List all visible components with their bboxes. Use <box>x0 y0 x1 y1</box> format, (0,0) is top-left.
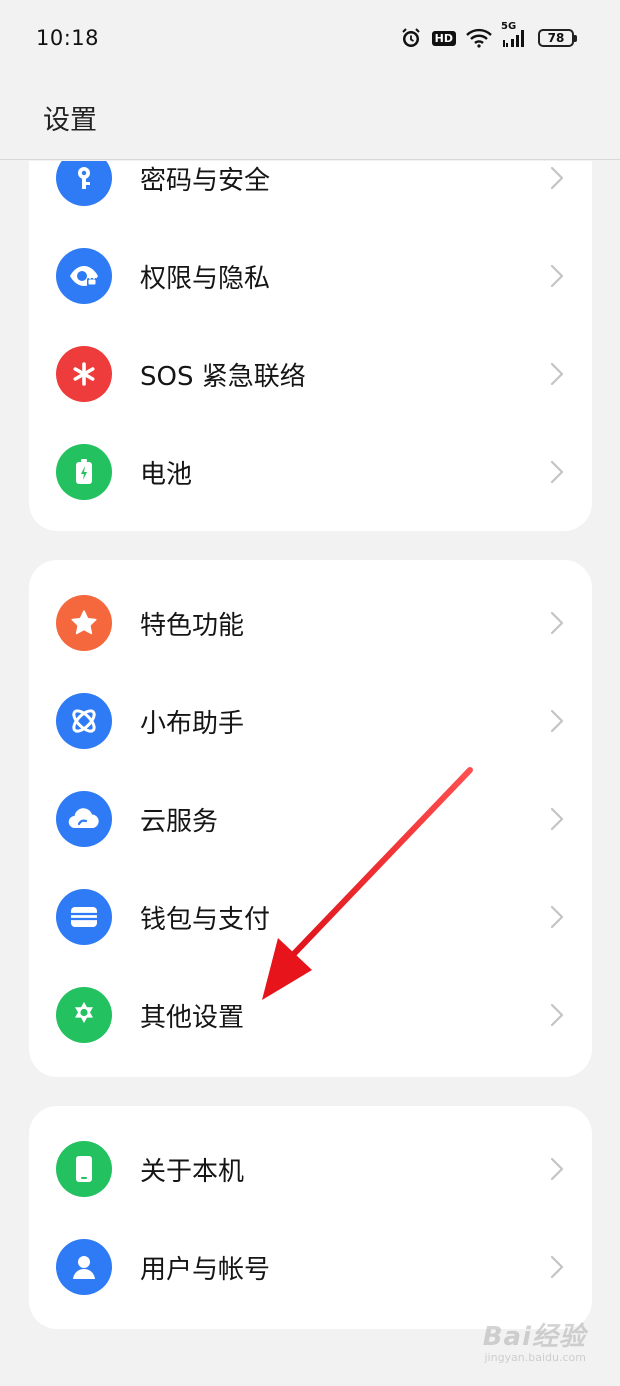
baidu-jingyan-watermark: Bai经验 jingyan.baidu.com <box>483 1316 586 1364</box>
settings-item-label: 其他设置 <box>140 1002 245 1033</box>
hd-badge: HD <box>431 30 456 46</box>
user-icon <box>56 1239 112 1295</box>
privacy-eye-icon <box>56 248 112 304</box>
settings-item-label: 权限与隐私 <box>140 263 271 294</box>
status-time: 10:18 <box>36 26 100 50</box>
settings-item-sos-emergency[interactable]: SOS 紧急联络 <box>29 325 592 423</box>
settings-item-label: 关于本机 <box>140 1156 245 1187</box>
settings-list[interactable]: 密码与安全 权限与隐私 SOS 紧急联络 电池 特色功能 小布助手 云服务 钱包… <box>0 161 620 1386</box>
chevron-right-icon <box>550 362 564 386</box>
settings-item-about-phone[interactable]: 关于本机 <box>29 1120 592 1218</box>
watermark-url: jingyan.baidu.com <box>484 1351 586 1364</box>
settings-group-security: 密码与安全 权限与隐私 SOS 紧急联络 电池 <box>29 161 592 531</box>
chevron-right-icon <box>550 1255 564 1279</box>
settings-item-password-security[interactable]: 密码与安全 <box>29 161 592 227</box>
network-type: 5G <box>501 21 517 32</box>
cloud-icon <box>56 791 112 847</box>
watermark-logo: Bai经验 <box>482 1322 586 1352</box>
settings-item-label: 小布助手 <box>140 708 245 739</box>
settings-item-label: 特色功能 <box>140 610 245 641</box>
chevron-right-icon <box>550 1003 564 1027</box>
settings-item-cloud-service[interactable]: 云服务 <box>29 770 592 868</box>
chevron-right-icon <box>550 807 564 831</box>
settings-item-special-features[interactable]: 特色功能 <box>29 574 592 672</box>
wifi-icon <box>466 28 492 48</box>
assistant-icon <box>56 693 112 749</box>
settings-group-features: 特色功能 小布助手 云服务 钱包与支付 其他设置 <box>29 560 592 1077</box>
chevron-right-icon <box>550 1157 564 1181</box>
chevron-right-icon <box>550 166 564 190</box>
settings-item-breeno-assistant[interactable]: 小布助手 <box>29 672 592 770</box>
battery-indicator: 78 <box>538 29 577 47</box>
chevron-right-icon <box>550 611 564 635</box>
page-title: 设置 <box>43 105 97 136</box>
settings-item-users-accounts[interactable]: 用户与帐号 <box>29 1218 592 1316</box>
phone-icon <box>56 1141 112 1197</box>
settings-item-label: 密码与安全 <box>140 165 271 196</box>
chevron-right-icon <box>550 709 564 733</box>
app-header: 设置 <box>0 76 620 160</box>
chevron-right-icon <box>550 264 564 288</box>
settings-item-label: SOS 紧急联络 <box>140 361 306 392</box>
settings-item-battery[interactable]: 电池 <box>29 423 592 521</box>
settings-item-label: 用户与帐号 <box>140 1254 271 1285</box>
status-bar: 10:18 HD 5G 78 <box>0 0 620 76</box>
status-icons: HD 5G 78 <box>400 21 577 49</box>
battery-icon <box>56 444 112 500</box>
wallet-icon <box>56 889 112 945</box>
settings-item-label: 云服务 <box>140 806 219 837</box>
gear-icon <box>56 987 112 1043</box>
settings-item-other-settings[interactable]: 其他设置 <box>29 966 592 1064</box>
cellular-signal-icon: 5G <box>501 21 528 48</box>
alarm-icon <box>400 27 422 49</box>
settings-item-label: 钱包与支付 <box>140 904 271 935</box>
chevron-right-icon <box>550 460 564 484</box>
settings-item-wallet-payment[interactable]: 钱包与支付 <box>29 868 592 966</box>
settings-item-permissions-privacy[interactable]: 权限与隐私 <box>29 227 592 325</box>
key-icon <box>56 161 112 206</box>
settings-group-device: 关于本机 用户与帐号 <box>29 1106 592 1329</box>
battery-level: 78 <box>547 31 565 45</box>
star-icon <box>56 595 112 651</box>
settings-item-label: 电池 <box>140 459 193 490</box>
chevron-right-icon <box>550 905 564 929</box>
sos-asterisk-icon <box>56 346 112 402</box>
